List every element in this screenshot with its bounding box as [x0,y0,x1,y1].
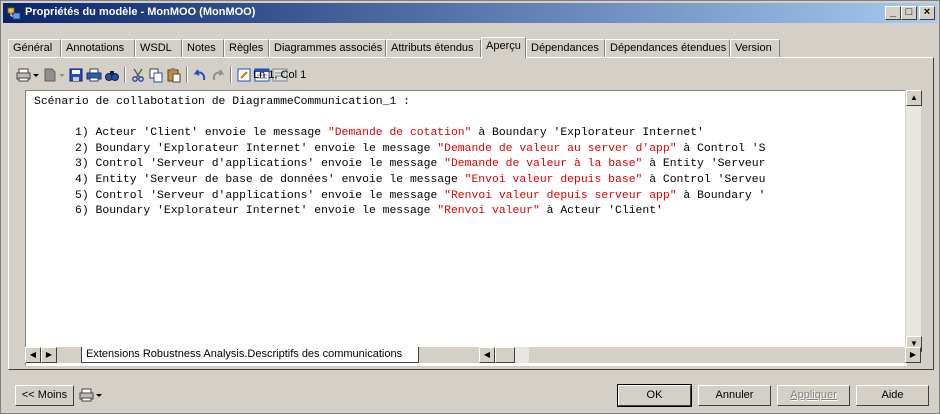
cancel-button[interactable]: Annuler [698,385,771,406]
tab-preview[interactable]: Aperçu [481,37,526,58]
arrow-right-icon: ▶ [909,350,917,359]
chevron-down-icon[interactable] [58,67,66,83]
tab-label: Dépendances étendues [610,42,727,54]
scenario-line: 4) Entity 'Serveur de base de données' e… [75,173,766,186]
scroll-thumb[interactable] [495,347,515,363]
message-name: "Demande de cotation" [327,127,472,140]
redo-icon[interactable] [210,67,226,83]
arrow-left-icon: ◀ [29,350,37,359]
minimize-button[interactable]: _ [885,6,901,20]
cut-icon[interactable] [130,67,146,83]
model-icon [7,7,21,20]
apply-button[interactable]: Appliquer [777,385,850,406]
vertical-scrollbar[interactable]: ▲ ▼ [905,90,922,352]
tab-label: Version [735,42,772,54]
chevron-down-icon[interactable] [32,67,40,83]
tab-dependencies[interactable]: Dépendances [526,39,605,57]
tab-general[interactable]: Général [8,39,61,57]
message-name: "Demande de valeur à la base" [444,158,643,171]
properties-window: Propriétés du modèle - MonMOO (MonMOO) _… [0,0,940,414]
find-icon[interactable] [104,67,120,83]
maximize-button[interactable]: □ [901,6,917,20]
cursor-position: Ln 1, Col 1 [253,69,307,81]
message-name: "Demande de valeur au server d'app" [437,142,677,155]
dialog-button-bar: << Moins OK Annuler Appliquer Aide [1,374,939,414]
close-icon: × [923,6,931,18]
tab-version[interactable]: Version [730,39,780,57]
sheet-tab-communications[interactable]: Extensions Robustness Analysis.Descripti… [81,347,420,363]
chevron-down-icon[interactable] [95,387,103,403]
print-menu-icon[interactable] [16,67,32,83]
message-name: "Envoi valeur depuis base" [464,173,643,186]
window-title: Propriétés du modèle - MonMOO (MonMOO) [25,6,256,18]
tab-label: Annotations [66,42,125,54]
toolbar-separator [186,67,188,83]
sheet-tab-label: Extensions Robustness Analysis.Descripti… [86,348,403,360]
tab-annotations[interactable]: Annotations [61,39,135,57]
scenario-line: 2) Boundary 'Explorateur Internet' envoi… [75,142,766,155]
minimize-icon: _ [889,6,897,18]
tab-rules[interactable]: Règles [224,39,269,57]
scroll-up-button[interactable]: ▲ [906,90,922,106]
undo-icon[interactable] [192,67,208,83]
sheet-next-button[interactable]: ▶ [41,347,57,363]
arrow-right-icon: ▶ [45,350,53,359]
toolbar-separator [230,67,232,83]
message-name: "Renvoi valeur" [437,205,540,218]
arrow-up-icon: ▲ [910,93,918,102]
tab-wsdl[interactable]: WSDL [135,39,182,57]
sheet-prev-button[interactable]: ◀ [25,347,41,363]
scroll-right-button[interactable]: ▶ [905,347,921,363]
sheet-tab-bar: ◀ ▶ Extensions Robustness Analysis.Descr… [25,347,921,363]
cancel-button-label: Annuler [715,389,754,401]
preview-editor[interactable]: Scénario de collabotation de DiagrammeCo… [25,90,907,366]
help-button[interactable]: Aide [856,385,929,406]
tab-label: Diagrammes associés [274,42,383,54]
ok-button-label: OK [646,389,663,401]
tab-notes[interactable]: Notes [182,39,224,57]
arrow-left-icon: ◀ [483,350,491,359]
tab-label: Dépendances [531,42,599,54]
scenario-line: 1) Acteur 'Client' envoie le message "De… [75,127,704,140]
tab-label: Attributs étendus [391,42,474,54]
message-name: "Renvoi valeur depuis serveur app" [444,189,677,202]
ok-button[interactable]: OK [617,384,692,407]
scenario-line: 6) Boundary 'Explorateur Internet' envoi… [75,205,663,218]
less-button[interactable]: << Moins [15,385,74,406]
scenario-line: 3) Control 'Serveur d'applications' envo… [75,158,766,171]
save-icon[interactable] [68,67,84,83]
tab-label: WSDL [140,42,172,54]
print-icon[interactable] [86,67,102,83]
tab-label: Général [13,42,53,54]
tab-associated-diagrams[interactable]: Diagrammes associés [269,39,386,57]
edit-icon[interactable] [236,67,252,83]
print-menu-icon[interactable] [79,387,95,403]
scenario-heading: Scénario de collabotation de DiagrammeCo… [34,96,410,108]
title-bar[interactable]: Propriétés du modèle - MonMOO (MonMOO) _… [3,3,937,23]
toolbar-separator [124,67,126,83]
scroll-left-button[interactable]: ◀ [479,347,495,363]
new-menu-icon[interactable] [42,67,58,83]
maximize-icon: □ [905,6,913,18]
horizontal-scrollbar[interactable]: ◀ [479,347,529,363]
less-button-label: << Moins [21,389,68,401]
apply-button-label: Appliquer [790,389,837,401]
tab-extended-attributes[interactable]: Attributs étendus [386,39,481,57]
scenario-line: 5) Control 'Serveur d'applications' envo… [75,189,766,202]
tab-extended-dependencies[interactable]: Dépendances étendues [605,39,730,57]
tab-label: Aperçu [486,40,521,52]
tab-label: Règles [229,42,264,54]
preview-text: Scénario de collabotation de DiagrammeCo… [34,95,765,220]
paste-icon[interactable] [166,67,182,83]
tab-label: Notes [187,42,216,54]
close-button[interactable]: × [919,6,935,20]
help-button-label: Aide [881,389,904,401]
copy-icon[interactable] [148,67,164,83]
